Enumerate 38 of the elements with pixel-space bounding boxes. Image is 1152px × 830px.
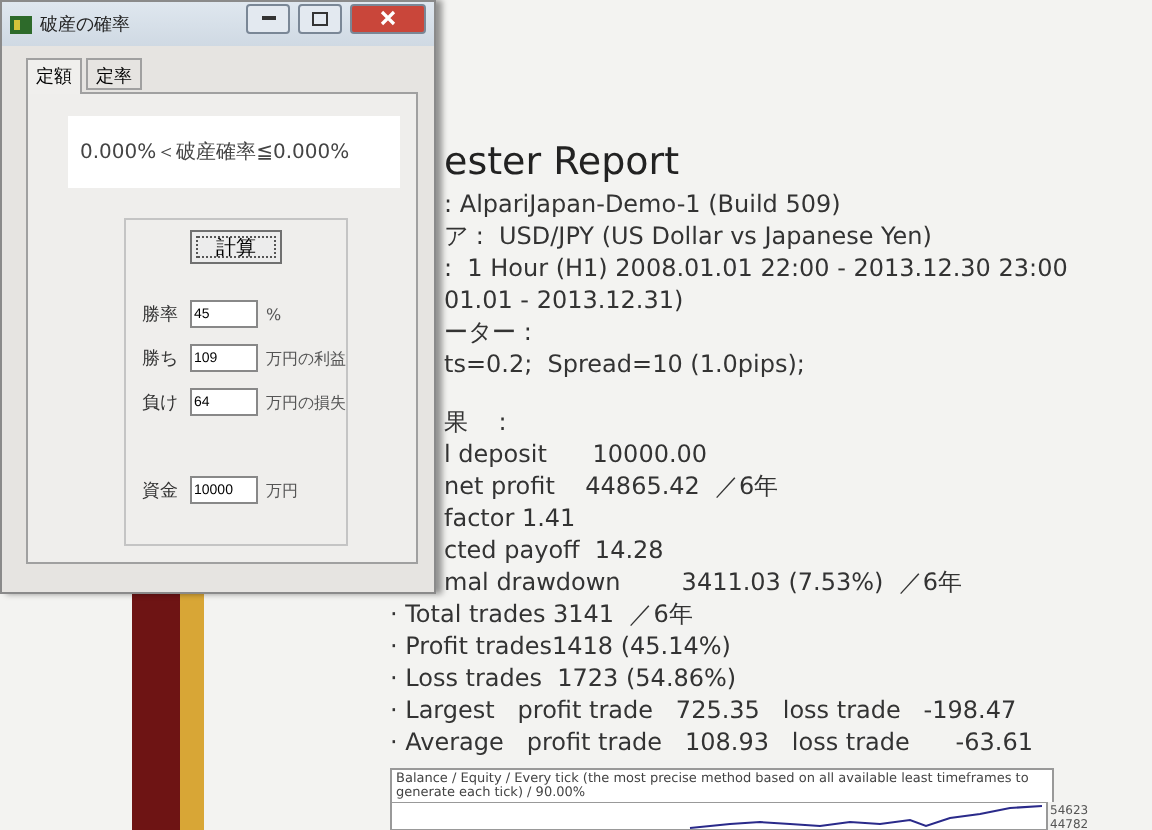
unit-label: 万円の損失	[266, 391, 346, 413]
field-label: 資金	[142, 479, 180, 503]
report-line: · Loss trades 1723 (54.86%)	[390, 662, 739, 694]
field-label: 勝ち	[142, 347, 180, 371]
report-line: : AlpariJapan-Demo-1 (Build 509)	[442, 188, 843, 220]
report-line: cted payoff 14.28	[442, 534, 666, 566]
unit-label: 万円	[266, 479, 298, 501]
report-title: ester Report	[442, 140, 682, 184]
report-line: ts=0.2; Spread=10 (1.0pips);	[442, 348, 807, 380]
close-button[interactable]	[350, 3, 426, 33]
app-icon	[10, 13, 32, 35]
close-icon	[380, 10, 396, 26]
maximize-icon	[312, 11, 328, 25]
report-line: · Largest profit trade 725.35 loss trade -198.47	[390, 694, 1019, 726]
tab[interactable]: 定率	[86, 58, 142, 90]
result-text: 0.000%＜破産確率≦0.000%	[68, 116, 400, 188]
report-line: l deposit 10000.00	[442, 438, 710, 470]
report-line: 01.01 - 2013.12.31)	[442, 284, 686, 316]
report-line: · Profit trades1418 (45.14%)	[390, 630, 733, 662]
report-line: : 1 Hour (H1) 2008.01.01 22:00 - 2013.12.30 23:00	[442, 252, 1070, 284]
unit-label: %	[266, 305, 282, 323]
field-label: 勝率	[142, 303, 180, 327]
report-line: · Average profit trade 108.93 loss trade -63.61	[390, 726, 1035, 758]
report-line: · Total trades 3141 ／6年	[390, 598, 695, 630]
minimize-button[interactable]	[246, 3, 290, 33]
field-label: 負け	[142, 391, 180, 415]
calculate-button[interactable]: 計算	[190, 230, 282, 264]
report-line: ア : USD/JPY (US Dollar vs Japanese Yen)	[442, 220, 934, 252]
window-title: 破産の確率	[40, 13, 132, 37]
tab[interactable]: 定額	[26, 58, 82, 94]
unit-label: 万円の利益	[266, 347, 346, 369]
maximize-button[interactable]	[298, 3, 342, 33]
section-heading: 果 :	[442, 406, 509, 438]
report-line: ーター :	[442, 316, 534, 348]
report-line: factor 1.41	[442, 502, 578, 534]
report-line: net profit 44865.42 ／6年	[442, 470, 781, 502]
report-line: mal drawdown 3411.03 (7.53%) ／6年	[442, 566, 964, 598]
minimize-icon	[261, 15, 275, 21]
